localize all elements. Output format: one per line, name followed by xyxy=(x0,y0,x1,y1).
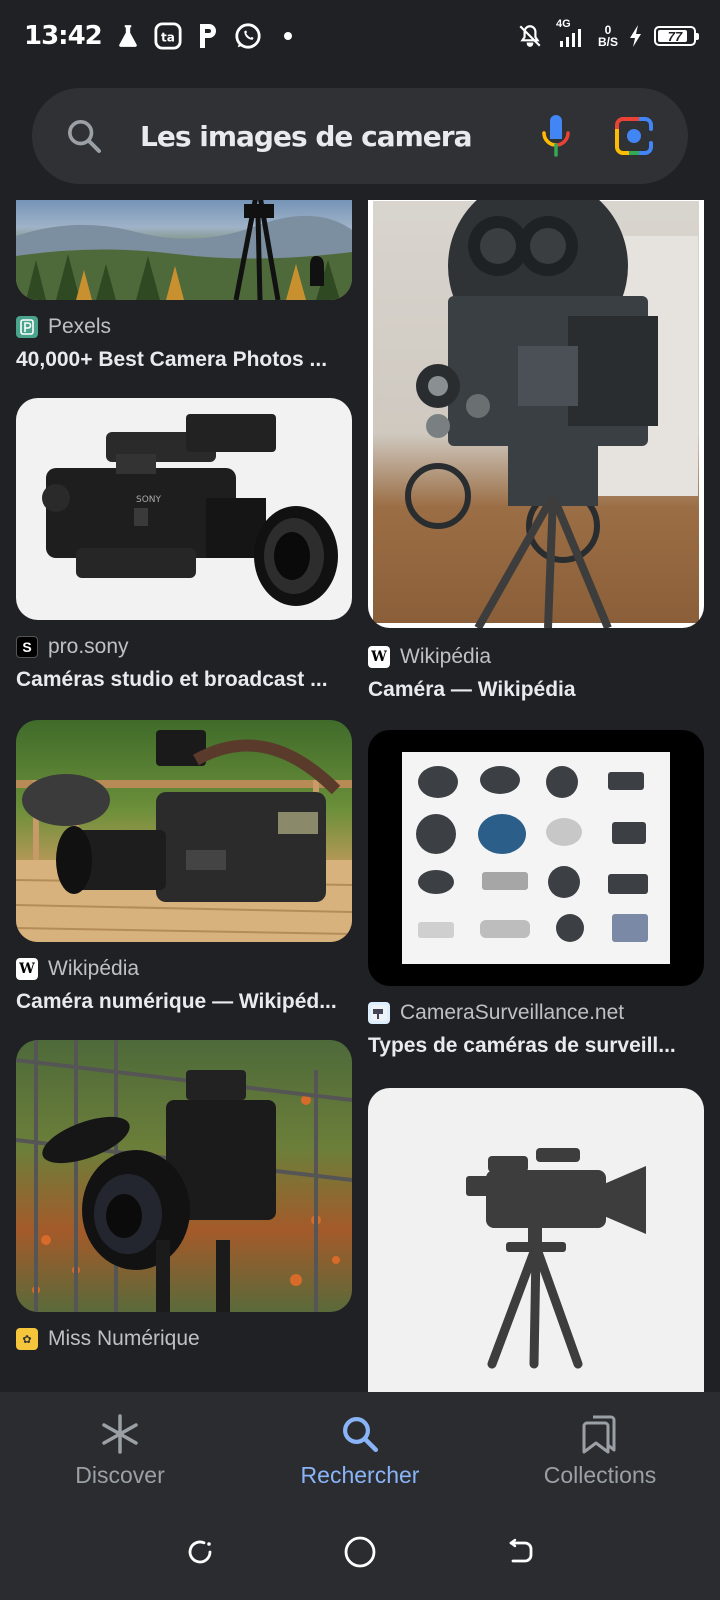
signal-icon: 4G xyxy=(554,18,588,50)
result-title[interactable]: Caméra — Wikipédia xyxy=(368,678,698,702)
result-source: S pro.sony xyxy=(16,634,352,660)
recent-apps-button[interactable] xyxy=(180,1532,220,1572)
google-lens-icon[interactable] xyxy=(612,114,656,158)
camerasurveillance-favicon xyxy=(368,1002,390,1024)
network-type: 4G xyxy=(555,18,571,30)
result-source: W Wikipédia xyxy=(368,644,704,670)
result-card[interactable]: Pexels 40,000+ Best Camera Photos ... xyxy=(16,200,352,372)
sony-favicon: S xyxy=(16,636,38,658)
search-query[interactable]: Les images de camera xyxy=(140,120,473,153)
result-source-name: Wikipédia xyxy=(400,645,492,668)
app-notification-icon: ta xyxy=(154,22,182,50)
result-title[interactable]: Caméras studio et broadcast ... xyxy=(16,668,346,692)
broadcast-camcorder-photo xyxy=(16,730,352,942)
result-source-name: CameraSurveillance.net xyxy=(400,1001,625,1024)
back-button[interactable] xyxy=(500,1532,540,1572)
pexels-favicon xyxy=(16,316,38,338)
result-source: W Wikipédia xyxy=(16,956,352,982)
result-thumbnail[interactable] xyxy=(16,1040,352,1312)
result-thumbnail[interactable] xyxy=(368,1088,704,1392)
battery-level: 77 xyxy=(667,28,683,44)
status-right-icons: 4G 0 B/S 77 xyxy=(516,18,699,50)
net-speed: 0 B/S xyxy=(598,24,618,48)
image-results: Pexels 40,000+ Best Camera Photos ... SO… xyxy=(0,200,720,1392)
result-source-name: Pexels xyxy=(48,315,112,338)
p-app-icon xyxy=(194,22,222,50)
result-title[interactable]: Caméra numérique — Wikipéd... xyxy=(16,990,346,1014)
camcorder-tripod-icon xyxy=(466,1148,646,1369)
status-bar: 13:42 ta 4G 0 B/S 77 xyxy=(0,0,720,72)
more-notifications-dot xyxy=(283,32,292,40)
nav-discover[interactable]: Discover xyxy=(0,1392,240,1504)
home-button[interactable] xyxy=(340,1532,380,1572)
result-title[interactable]: 40,000+ Best Camera Photos ... xyxy=(16,348,346,372)
flask-icon xyxy=(114,22,142,50)
search-icon xyxy=(338,1412,382,1456)
result-source: ✿ Miss Numérique xyxy=(16,1326,352,1352)
result-thumbnail[interactable] xyxy=(368,730,704,986)
system-navigation-bar xyxy=(0,1504,720,1600)
cinema-camera-rig-photo xyxy=(16,1040,352,1312)
bookmarks-icon xyxy=(578,1412,622,1456)
mic-icon[interactable] xyxy=(536,112,576,160)
whatsapp-icon xyxy=(234,22,262,50)
result-source-name: pro.sony xyxy=(48,635,129,658)
sony-studio-camera-photo: SONY xyxy=(42,414,338,606)
vintage-film-camera-photo xyxy=(368,200,704,628)
asterisk-icon xyxy=(98,1412,142,1456)
result-title[interactable]: Types de caméras de surveill... xyxy=(368,1034,698,1058)
result-thumbnail[interactable]: SONY xyxy=(16,398,352,620)
tripod-photo xyxy=(16,200,352,300)
charging-icon xyxy=(628,22,644,50)
result-source: Pexels xyxy=(16,314,352,340)
status-left-icons: ta xyxy=(114,22,292,50)
search-bar[interactable]: Les images de camera xyxy=(32,88,688,184)
nav-search-label: Rechercher xyxy=(300,1462,420,1488)
nav-collections[interactable]: Collections xyxy=(480,1392,720,1504)
result-source: CameraSurveillance.net xyxy=(368,1000,704,1026)
svg-text:SONY: SONY xyxy=(136,495,162,505)
result-card[interactable]: CameraSurveillance.net Types de caméras … xyxy=(368,730,704,1058)
status-time: 13:42 xyxy=(24,21,103,51)
result-card[interactable]: W Wikipédia Caméra numérique — Wikipéd..… xyxy=(16,720,352,1014)
surveillance-grid-image xyxy=(402,752,670,964)
result-card[interactable]: SONY S pro.sony Caméras studio et broadc… xyxy=(16,398,352,692)
result-thumbnail[interactable] xyxy=(16,720,352,942)
result-card[interactable] xyxy=(368,1088,704,1392)
bottom-navigation: Discover Rechercher Collections xyxy=(0,1392,720,1504)
nav-discover-label: Discover xyxy=(75,1462,165,1488)
result-card[interactable]: ✿ Miss Numérique xyxy=(16,1040,352,1360)
wikipedia-favicon: W xyxy=(368,646,390,668)
result-card[interactable]: W Wikipédia Caméra — Wikipédia xyxy=(368,200,704,702)
nav-collections-label: Collections xyxy=(543,1462,657,1488)
battery-icon: 77 xyxy=(654,26,699,46)
wikipedia-favicon: W xyxy=(16,958,38,980)
svg-text:ta: ta xyxy=(161,31,175,45)
miss-numerique-favicon: ✿ xyxy=(16,1328,38,1350)
result-thumbnail[interactable] xyxy=(16,200,352,300)
search-icon xyxy=(64,116,104,156)
mute-icon xyxy=(516,22,544,50)
nav-search[interactable]: Rechercher xyxy=(240,1392,480,1504)
result-source-name: Wikipédia xyxy=(48,957,140,980)
result-source-name: Miss Numérique xyxy=(48,1327,200,1350)
net-speed-unit: B/S xyxy=(597,35,618,49)
result-thumbnail[interactable] xyxy=(368,200,704,628)
